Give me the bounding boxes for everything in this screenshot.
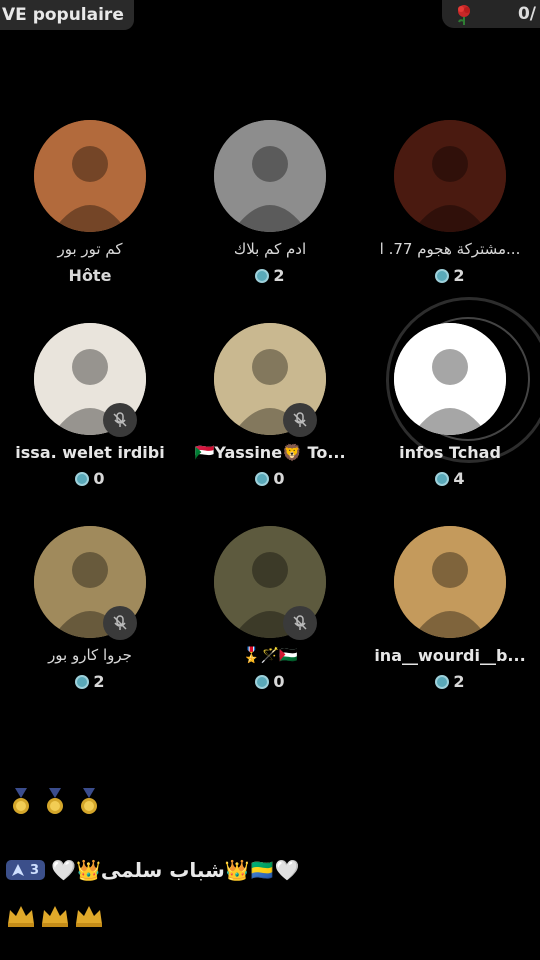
seat-name: 🎖️🪄🇵🇸 <box>241 646 299 664</box>
mic-muted-icon <box>103 403 137 437</box>
medal-icon <box>13 788 29 814</box>
seat-name: 🇸🇩Yassine🦁 To... <box>194 443 346 462</box>
score-value: 0 <box>273 469 285 488</box>
seat-6[interactable]: infos Tchad 4 <box>360 297 540 513</box>
seat-9[interactable]: ina__wourdi__b... 2 <box>360 526 540 716</box>
coin-icon <box>255 674 270 689</box>
avatar[interactable] <box>214 120 326 232</box>
avatar[interactable] <box>394 120 506 232</box>
seat-7[interactable]: جروا كارو بور 2 <box>0 526 180 716</box>
medal-row <box>10 788 100 816</box>
host-label: Hôte <box>68 266 112 285</box>
medal-icon <box>81 788 97 814</box>
level-badge: 3 <box>6 860 46 880</box>
coin-icon <box>435 471 450 486</box>
crown-row <box>6 904 104 928</box>
score-value: 2 <box>453 672 465 691</box>
mic-muted-icon <box>283 403 317 437</box>
coin-icon <box>255 471 270 486</box>
seat-4[interactable]: issa. welet irdibi 0 <box>0 323 180 513</box>
chat-message[interactable]: 3 🤍👑شباب سلمى👑🇬🇦🤍 <box>6 858 299 882</box>
rose-icon <box>458 5 470 25</box>
crown-icon <box>76 906 102 927</box>
score-value: 4 <box>453 469 465 488</box>
score-value: 0 <box>273 672 285 691</box>
coin-icon <box>255 268 270 283</box>
coin-icon <box>435 268 450 283</box>
room-popularity-label[interactable]: VE populaire <box>0 0 134 30</box>
score-value: 2 <box>273 266 285 285</box>
seat-5[interactable]: 🇸🇩Yassine🦁 To... 0 <box>180 323 360 513</box>
coin-icon <box>75 674 90 689</box>
seat-name: جروا كارو بور <box>48 646 132 664</box>
seat-score: 2 <box>360 266 540 285</box>
seat-score: 2 <box>360 672 540 691</box>
seat-score: 0 <box>0 469 180 488</box>
coin-icon <box>435 674 450 689</box>
seat-score: 2 <box>180 266 360 285</box>
avatar[interactable] <box>394 526 506 638</box>
avatar[interactable] <box>394 323 506 435</box>
crown-icon <box>42 906 68 927</box>
seat-name: مشتركة هجوم 77. ا... <box>379 240 521 258</box>
score-value: 2 <box>453 266 465 285</box>
crown-icon <box>8 906 34 927</box>
score-value: 0 <box>93 469 105 488</box>
level-number: 3 <box>30 862 40 878</box>
seat-2[interactable]: ادم كم بلاك 2 <box>180 120 360 310</box>
gift-counter[interactable]: 0/ <box>442 0 540 28</box>
avatar[interactable] <box>34 120 146 232</box>
seat-name: ina__wourdi__b... <box>374 646 526 665</box>
coin-icon <box>75 471 90 486</box>
seat-name: ادم كم بلاك <box>233 240 307 258</box>
seat-score: 0 <box>180 469 360 488</box>
score-value: 2 <box>93 672 105 691</box>
seat-name: كم تور بور <box>57 240 123 258</box>
mic-muted-icon <box>283 606 317 640</box>
popularity-text: VE populaire <box>2 5 124 25</box>
seat-3[interactable]: مشتركة هجوم 77. ا... 2 <box>360 120 540 310</box>
chat-message-text: 🤍👑شباب سلمى👑🇬🇦🤍 <box>51 858 300 882</box>
level-arrow-icon <box>12 864 24 876</box>
seat-score: 2 <box>0 672 180 691</box>
seat-1[interactable]: كم تور بور Hôte <box>0 120 180 310</box>
mic-muted-icon <box>103 606 137 640</box>
seat-name: infos Tchad <box>399 443 501 462</box>
seat-score: 4 <box>360 469 540 488</box>
gift-count: 0/ <box>517 4 536 24</box>
seat-8[interactable]: 🎖️🪄🇵🇸 0 <box>180 526 360 716</box>
medal-icon <box>47 788 63 814</box>
seat-name: issa. welet irdibi <box>15 443 165 462</box>
seat-score: 0 <box>180 672 360 691</box>
